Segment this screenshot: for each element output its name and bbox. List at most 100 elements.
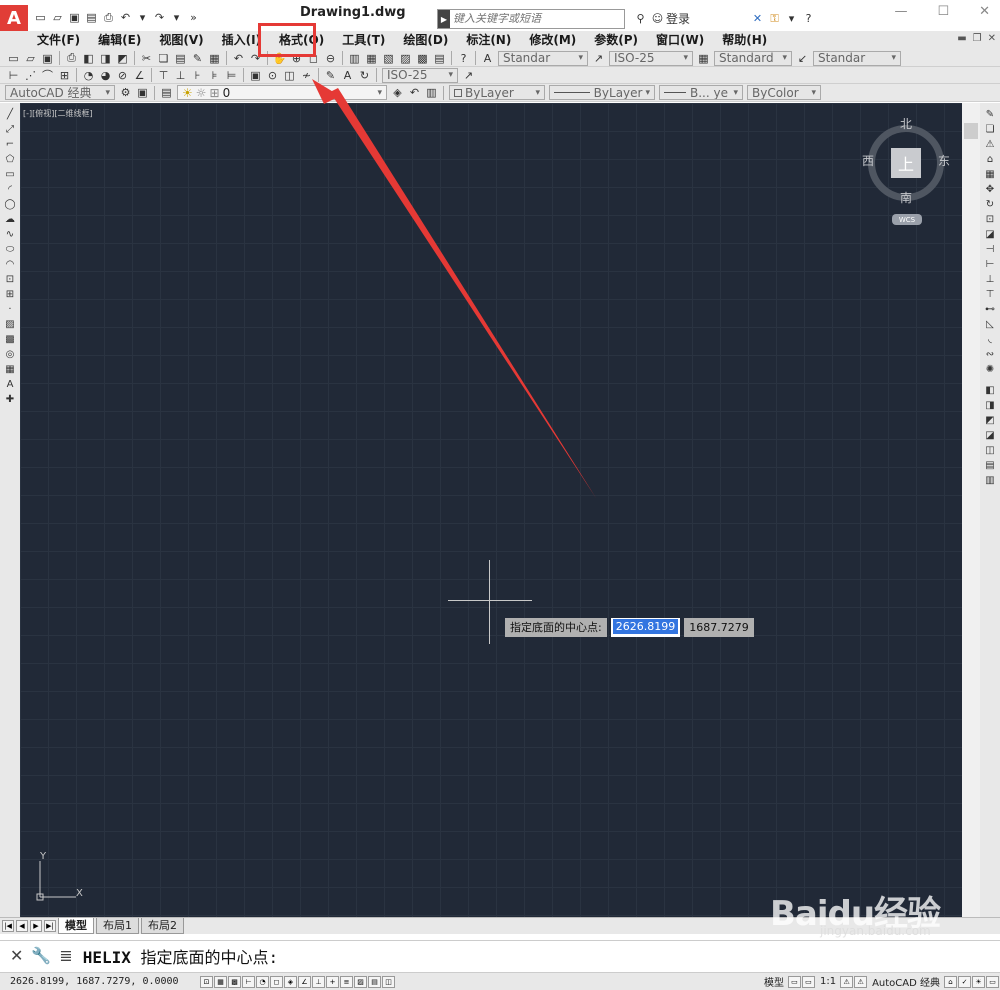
menu-edit[interactable]: 编辑(E) (89, 31, 150, 50)
auto-scale-icon[interactable]: ⚠ (854, 975, 868, 988)
tolerance-icon[interactable]: ▣ (248, 68, 263, 83)
open-icon[interactable]: ▱ (23, 51, 38, 66)
close-icon[interactable]: ✕ (979, 4, 990, 19)
quick-dim-icon[interactable]: ⊤ (156, 68, 171, 83)
maximize-icon[interactable]: ☐ (937, 4, 949, 19)
text-front-icon[interactable]: ▤ (983, 459, 997, 472)
annotation-scale[interactable]: 1:1 (820, 976, 836, 987)
linetype-select[interactable]: ByLayer ▾ (549, 85, 655, 100)
menu-tools[interactable]: 工具(T) (333, 31, 394, 50)
multileader-style-select[interactable]: Standar ▾ (813, 50, 901, 66)
array-icon[interactable]: ▦ (983, 168, 997, 181)
first-tab-icon[interactable]: |◀ (2, 920, 14, 932)
redo-dropdown-icon[interactable]: ▾ (169, 10, 184, 25)
menu-dimension[interactable]: 标注(N) (457, 31, 520, 50)
lineweight-select[interactable]: B... ye ▾ (659, 85, 743, 100)
chamfer-icon[interactable]: ◺ (983, 318, 997, 331)
block-editor-icon[interactable]: ▦ (207, 51, 222, 66)
publish-icon[interactable]: ◨ (98, 51, 113, 66)
tool-palettes-icon[interactable]: ▧ (381, 51, 396, 66)
dynamic-input-y-field[interactable]: 1687.7279 (684, 618, 754, 637)
viewcube-top-face[interactable]: 上 (891, 148, 921, 178)
center-mark-icon[interactable]: ⊙ (265, 68, 280, 83)
last-tab-icon[interactable]: ▶| (44, 920, 56, 932)
dim-space-icon[interactable]: ⊧ (207, 68, 222, 83)
menu-help[interactable]: 帮助(H) (713, 31, 776, 50)
compass-east[interactable]: 东 (938, 152, 950, 169)
dynamic-input-x-field[interactable]: 2626.8199 (610, 618, 681, 637)
dim-style-select-2[interactable]: ISO-25 ▾ (382, 67, 458, 83)
user-icon[interactable]: ☺ (650, 11, 665, 26)
redo-icon[interactable]: ↷ (152, 10, 167, 25)
polygon-icon[interactable]: ⬠ (3, 153, 17, 166)
doc-restore-icon[interactable]: ❐ (973, 33, 982, 44)
infer-constraints-icon[interactable]: ⊡ (200, 975, 213, 988)
tab-layout2[interactable]: 布局2 (141, 918, 184, 934)
match-properties-icon[interactable]: ✎ (190, 51, 205, 66)
save-as-icon[interactable]: ▤ (84, 10, 99, 25)
plotstyle-select[interactable]: ByColor ▾ (747, 85, 821, 100)
dim-break-icon[interactable]: ⊨ (224, 68, 239, 83)
isolate-objects-icon[interactable]: ☀ (972, 975, 985, 988)
continue-dim-icon[interactable]: ⊦ (190, 68, 205, 83)
markup-icon[interactable]: ▩ (415, 51, 430, 66)
properties-icon[interactable]: ▥ (347, 51, 362, 66)
search-expand-icon[interactable]: ▶ (438, 10, 450, 28)
copy-icon[interactable]: ❏ (156, 51, 171, 66)
selection-cycling-icon[interactable]: ◫ (382, 975, 395, 988)
dynamic-input-x-value[interactable]: 2626.8199 (612, 619, 679, 634)
ellipse-icon[interactable]: ⬭ (3, 243, 17, 256)
workspace-settings-icon[interactable]: ⚙ (118, 85, 133, 100)
trim-icon[interactable]: ⊣ (983, 243, 997, 256)
dim-update-icon[interactable]: ↻ (357, 68, 372, 83)
drawing-canvas[interactable]: [-][俯视][二维线框] 上 北 南 东 西 WCS 指定底面的中心点: 26… (20, 103, 962, 917)
add-selected-icon[interactable]: ✚ (3, 393, 17, 406)
next-tab-icon[interactable]: ▶ (30, 920, 42, 932)
insert-block-icon[interactable]: ⊡ (3, 273, 17, 286)
object-snap-tracking-icon[interactable]: ∠ (298, 975, 311, 988)
model-space-button[interactable]: 模型 (764, 974, 784, 989)
stretch-icon[interactable]: ◪ (983, 228, 997, 241)
help-dropdown-icon[interactable]: ▾ (784, 11, 799, 26)
bring-above-icon[interactable]: ◪ (983, 429, 997, 442)
save-icon[interactable]: ▣ (40, 51, 55, 66)
plot-icon[interactable]: ⎙ (64, 51, 79, 66)
table-icon[interactable]: ▦ (3, 363, 17, 376)
polyline-icon[interactable]: ⌐ (3, 138, 17, 151)
inspect-icon[interactable]: ◫ (282, 68, 297, 83)
viewport-controls-label[interactable]: [-][俯视][二维线框] (23, 108, 93, 119)
send-back-icon[interactable]: ◩ (983, 414, 997, 427)
undo-icon[interactable]: ↶ (118, 10, 133, 25)
polar-tracking-icon[interactable]: ◔ (256, 975, 269, 988)
arc-length-icon[interactable]: ⌒ (40, 68, 55, 83)
autodesk-360-icon[interactable]: ⚿ (767, 11, 782, 26)
offset-icon[interactable]: ⌂ (983, 153, 997, 166)
dim-text-edit-icon[interactable]: A (340, 68, 355, 83)
copy-object-icon[interactable]: ❏ (983, 123, 997, 136)
break-point-icon[interactable]: ⊥ (983, 273, 997, 286)
make-block-icon[interactable]: ⊞ (3, 288, 17, 301)
design-center-icon[interactable]: ▦ (364, 51, 379, 66)
arc-icon[interactable]: ◜ (3, 183, 17, 196)
minimize-icon[interactable]: — (894, 4, 907, 19)
close-command-line-icon[interactable]: ✕ (10, 946, 23, 965)
jogged-linear-icon[interactable]: ≁ (299, 68, 314, 83)
gradient-icon[interactable]: ▩ (3, 333, 17, 346)
tab-layout1[interactable]: 布局1 (96, 918, 139, 934)
grid-display-icon[interactable]: ▩ (228, 975, 241, 988)
menu-modify[interactable]: 修改(M) (520, 31, 585, 50)
draworder-icon[interactable]: ◧ (983, 384, 997, 397)
quickcalc-icon[interactable]: ▤ (432, 51, 447, 66)
mtext-icon[interactable]: A (3, 378, 17, 391)
customize-wrench-icon[interactable]: 🔧 (31, 946, 51, 965)
lineweight-icon[interactable]: ≡ (340, 975, 353, 988)
object-snap-icon[interactable]: ◻ (270, 975, 283, 988)
scale-icon[interactable]: ⊡ (983, 213, 997, 226)
viewcube[interactable]: 上 北 南 东 西 (862, 117, 950, 205)
vertical-scrollbar[interactable] (962, 103, 980, 917)
new-icon[interactable]: ▭ (6, 51, 21, 66)
dim-front-icon[interactable]: ▥ (983, 474, 997, 487)
baseline-dim-icon[interactable]: ⊥ (173, 68, 188, 83)
undo-dropdown-icon[interactable]: ▾ (135, 10, 150, 25)
extend-icon[interactable]: ⊢ (983, 258, 997, 271)
